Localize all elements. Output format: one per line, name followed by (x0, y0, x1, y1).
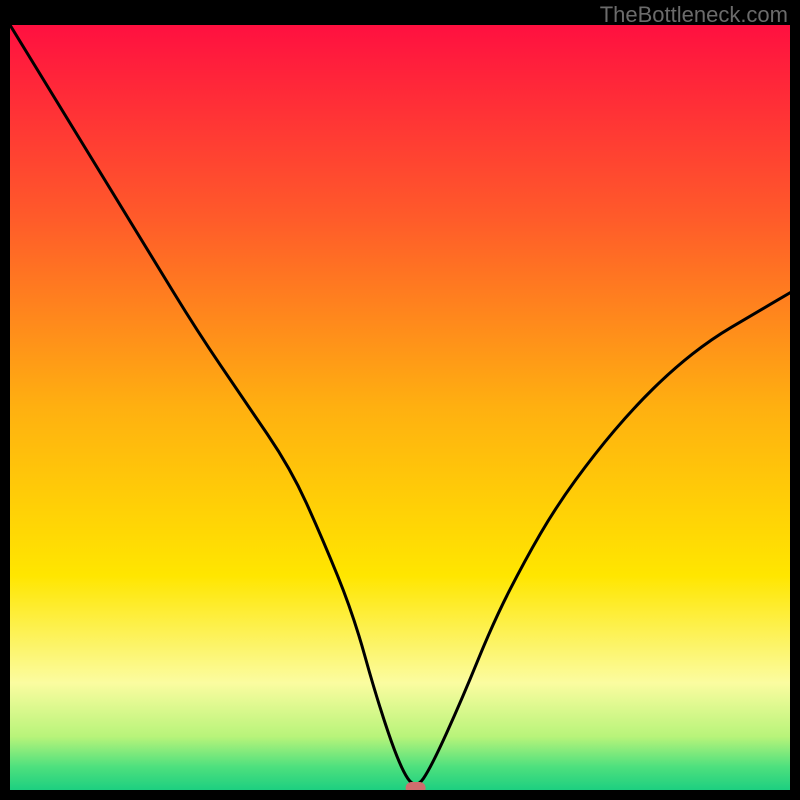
minimum-marker (406, 782, 426, 790)
gradient-background (10, 25, 790, 790)
plot-area (10, 25, 790, 790)
watermark-text: TheBottleneck.com (600, 2, 788, 28)
chart-svg (10, 25, 790, 790)
chart-container: TheBottleneck.com (0, 0, 800, 800)
